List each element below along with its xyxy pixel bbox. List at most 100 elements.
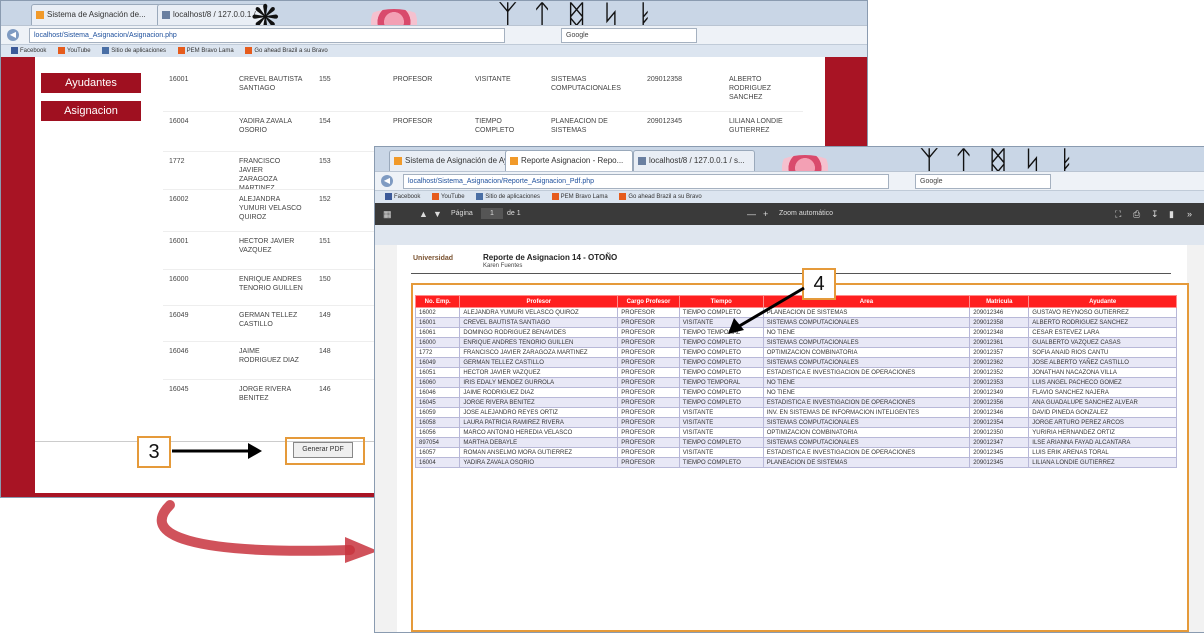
bookmark-item[interactable]: Sitio de aplicaciones — [476, 192, 540, 200]
tab-asignacion[interactable]: Sistema de Asignación de... — [31, 4, 161, 25]
bookmark-item[interactable]: PEM Bravo Lama — [177, 46, 234, 54]
table-cell: 209012345 — [969, 457, 1030, 468]
table-cell: 16057 — [414, 447, 461, 458]
sidebar-item-ayudantes[interactable]: Ayudantes — [41, 73, 141, 93]
arrow-right-icon — [172, 443, 262, 459]
list-cell-num: 154 — [319, 118, 331, 125]
table-cell: INV. EN SISTEMAS DE INFORMACION INTELIGE… — [762, 407, 971, 418]
table-cell: 209012353 — [969, 377, 1030, 388]
back-icon[interactable]: ◀ — [381, 175, 393, 187]
list-cell-ayud: LILIANA LONDIE GUTIERREZ — [729, 118, 783, 134]
table-cell: PROFESOR — [617, 337, 680, 348]
list-cell-id: 16001 — [169, 238, 189, 245]
table-cell: 209012346 — [969, 407, 1030, 418]
list-cell-tipo: VISITANTE — [475, 76, 511, 83]
table-cell: PLANEACION DE SISTEMAS — [762, 457, 971, 468]
bookmark-item[interactable]: PEM Bravo Lama — [551, 192, 608, 200]
back-icon[interactable]: ◀ — [7, 29, 19, 41]
table-cell: PROFESOR — [617, 387, 680, 398]
page-total: de 1 — [507, 210, 521, 217]
tab-phpmyadmin[interactable]: localhost/8 / 127.0.0.1 / s... — [633, 150, 755, 171]
table-cell: JORGE RIVERA BENITEZ — [459, 397, 619, 408]
table-cell: SISTEMAS COMPUTACIONALES — [762, 357, 971, 368]
bookmark-item[interactable]: YouTube — [58, 46, 91, 54]
table-cell: GUSTAVO REYNOSO GUTIERREZ — [1028, 307, 1177, 318]
list-cell-cargo: PROFESOR — [393, 118, 433, 125]
zoom-out-icon[interactable]: — — [747, 203, 756, 225]
zoom-select[interactable]: Zoom automático — [779, 203, 833, 225]
table-cell: LUIS ERIK ARENAS TORAL — [1028, 447, 1177, 458]
list-cell-num: 150 — [319, 276, 331, 283]
table-cell: JAIME RODRIGUEZ DIAZ — [459, 387, 619, 398]
sidebar-item-asignacion[interactable]: Asignacion — [41, 101, 141, 121]
bookmark-label: YouTube — [441, 194, 465, 200]
address-bar[interactable]: localhost/Sistema_Asignacion/Asignacion.… — [29, 28, 505, 43]
list-cell-name: ENRIQUE ANDRES TENORIO GUILLEN — [239, 276, 303, 292]
table-row: 16060 IRIS EDALY MENDEZ GURROLA PROFESOR TI… — [414, 377, 1177, 388]
table-cell: VISITANTE — [678, 427, 764, 438]
list-cell-num: 155 — [319, 76, 331, 83]
download-icon[interactable]: ↧ — [1151, 203, 1159, 225]
table-cell: PROFESOR — [617, 417, 680, 428]
table-cell: JONATHAN NACAZONA VILLA — [1028, 367, 1177, 378]
table-cell: TIEMPO COMPLETO — [678, 367, 764, 378]
list-cell-name: GERMAN TELLEZ CASTILLO — [239, 312, 298, 328]
sidebar-toggle-icon[interactable]: ▦ — [383, 203, 392, 225]
facebook-icon — [385, 192, 392, 200]
list-cell-num: 153 — [319, 158, 331, 165]
bookmark-item[interactable]: Facebook — [385, 192, 420, 200]
table-cell: OPTIMIZACION COMBINATORIA — [762, 427, 971, 438]
table-cell: PROFESOR — [617, 407, 680, 418]
table-cell: ALBERTO RODRIGUEZ SANCHEZ — [1028, 317, 1177, 328]
bookmark-item[interactable]: Go ahead Brazil a su Bravo — [619, 192, 702, 200]
search-input[interactable]: Google — [915, 174, 1051, 189]
previous-page-icon[interactable]: ▲ — [419, 203, 428, 225]
bookmark-item[interactable]: Go ahead Brazil a su Bravo — [245, 46, 328, 54]
bookmark-item[interactable]: YouTube — [432, 192, 465, 200]
list-cell-name: JAIME RODRIGUEZ DIAZ — [239, 348, 299, 364]
table-cell: 209012350 — [969, 427, 1030, 438]
step-callout-3: 3 — [137, 436, 171, 468]
table-cell: 16051 — [414, 367, 461, 378]
bookmark-label: PEM Bravo Lama — [560, 194, 608, 200]
fullscreen-icon[interactable]: ⛶ — [1115, 203, 1121, 225]
bookmark-icon[interactable]: ▮ — [1169, 203, 1174, 225]
table-cell: 16045 — [414, 397, 461, 408]
table-cell: 16004 — [414, 457, 461, 468]
address-bar[interactable]: localhost/Sistema_Asignacion/Reporte_Asi… — [403, 174, 889, 189]
table-cell: TIEMPO COMPLETO — [678, 357, 764, 368]
print-icon[interactable]: ⎙ — [1133, 203, 1140, 225]
table-cell: YADIRA ZAVALA OSORIO — [459, 457, 619, 468]
navigation-bar: ◀ localhost/Sistema_Asignacion/Asignacio… — [1, 25, 867, 44]
bookmark-icon — [245, 46, 253, 54]
list-cell-area: SISTEMAS COMPUTACIONALES — [551, 76, 621, 92]
table-cell: YURIRIA HERNANDEZ ORTIZ — [1028, 427, 1177, 438]
bookmark-icon — [619, 192, 627, 200]
bookmark-label: Sitio de aplicaciones — [485, 194, 540, 200]
table-row: 16046 JAIME RODRIGUEZ DIAZ PROFESOR TIEMPO … — [414, 387, 1177, 398]
zoom-in-icon[interactable]: + — [763, 203, 768, 225]
tools-icon[interactable]: » — [1187, 203, 1192, 225]
bookmark-label: PEM Bravo Lama — [186, 48, 234, 54]
tab-reporte[interactable]: Reporte Asignacion - Repo... — [505, 150, 633, 171]
table-cell: 16002 — [414, 307, 461, 318]
page-number-input[interactable]: 1 — [481, 208, 503, 219]
table-cell: TIEMPO COMPLETO — [678, 457, 764, 468]
list-cell-ayud: ALBERTO RODRIGUEZ SANCHEZ — [729, 76, 771, 101]
bookmark-item[interactable]: Sitio de aplicaciones — [102, 46, 166, 54]
next-page-icon[interactable]: ▼ — [433, 203, 442, 225]
bookmark-item[interactable]: Facebook — [11, 46, 46, 54]
table-cell: ESTADISTICA E INVESTIGACION DE OPERACION… — [762, 367, 971, 378]
bookmark-label: YouTube — [67, 48, 91, 54]
table-cell: ESTADISTICA E INVESTIGACION DE OPERACION… — [762, 447, 971, 458]
apps-icon — [476, 192, 484, 200]
tab-asignacion[interactable]: Sistema de Asignación de Ayu... — [389, 150, 511, 171]
youtube-icon — [432, 192, 440, 200]
table-cell: PROFESOR — [617, 307, 680, 318]
generate-pdf-button[interactable]: Generar PDF — [293, 442, 353, 458]
list-cell-id: 16001 — [169, 76, 189, 83]
tab-label: Sistema de Asignación de... — [47, 10, 146, 19]
search-input[interactable]: Google — [561, 28, 697, 43]
table-cell: PROFESOR — [617, 367, 680, 378]
bookmarks-bar: Facebook YouTube Sitio de aplicaciones P… — [1, 44, 867, 57]
